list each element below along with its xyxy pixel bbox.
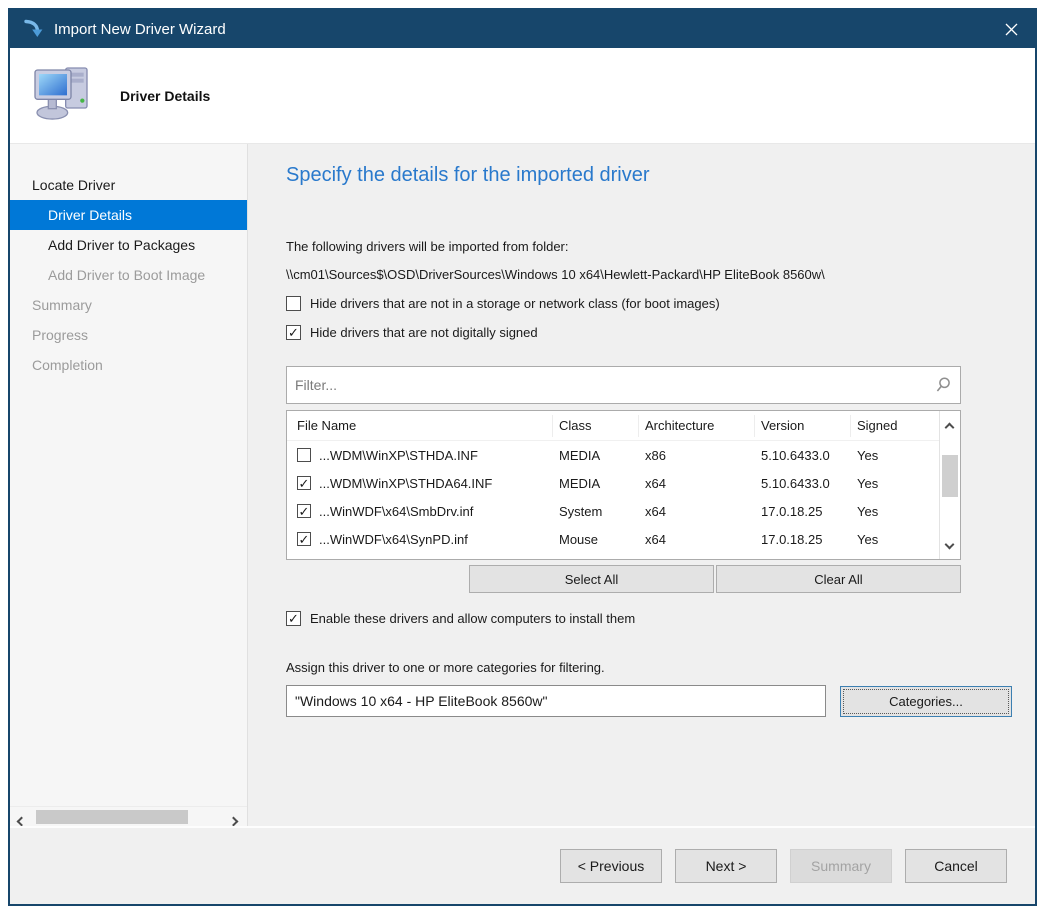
cell-signed: Yes	[851, 532, 939, 547]
driver-table-list: File Name Class Architecture Version Sig…	[287, 411, 939, 559]
title-bar: Import New Driver Wizard	[10, 10, 1035, 48]
checkbox-checked-icon[interactable]	[286, 325, 301, 340]
summary-button: Summary	[790, 849, 892, 883]
computer-icon	[32, 66, 94, 125]
cell-class: MEDIA	[553, 448, 639, 463]
content-heading: Specify the details for the imported dri…	[286, 164, 1035, 187]
enable-drivers-checkbox[interactable]: Enable these drivers and allow computers…	[286, 611, 1035, 626]
column-header-file-name[interactable]: File Name	[287, 415, 553, 437]
filter-field	[286, 366, 961, 404]
cell-file-name: ...WDM\WinXP\STHDA.INF	[319, 448, 553, 463]
row-checkbox-unchecked-icon[interactable]	[297, 448, 311, 462]
category-row: Categories...	[286, 685, 1035, 717]
driver-source-path: \\cm01\Sources$\OSD\DriverSources\Window…	[286, 267, 1035, 282]
row-checkbox-checked-icon[interactable]	[297, 476, 311, 490]
cell-class: Mouse	[553, 532, 639, 547]
sidebar-item-locate-driver[interactable]: Locate Driver	[10, 170, 247, 200]
cell-version: 17.0.18.25	[755, 532, 851, 547]
table-row[interactable]: ...WinWDF\x64\SmbDrv.inf System x64 17.0…	[287, 497, 939, 525]
intro-text: The following drivers will be imported f…	[286, 239, 1035, 254]
close-icon	[1005, 23, 1018, 36]
sidebar-scrollbar-thumb[interactable]	[36, 810, 188, 824]
hide-storage-network-label: Hide drivers that are not in a storage o…	[310, 296, 720, 311]
cell-class: MEDIA	[553, 476, 639, 491]
scroll-right-icon[interactable]	[230, 813, 237, 826]
cell-class: System	[553, 504, 639, 519]
categories-button[interactable]: Categories...	[840, 686, 1012, 717]
checkbox-checked-icon[interactable]	[286, 611, 301, 626]
wizard-body: Locate Driver Driver Details Add Driver …	[10, 144, 1035, 826]
scroll-up-icon[interactable]	[946, 419, 953, 434]
hide-storage-network-checkbox[interactable]: Hide drivers that are not in a storage o…	[286, 296, 1035, 311]
filter-input[interactable]	[287, 367, 934, 403]
close-button[interactable]	[987, 10, 1035, 48]
table-row[interactable]: ...WDM\WinXP\STHDA64.INF MEDIA x64 5.10.…	[287, 469, 939, 497]
cell-signed: Yes	[851, 476, 939, 491]
column-header-signed[interactable]: Signed	[851, 415, 939, 437]
clear-all-button[interactable]: Clear All	[716, 565, 961, 593]
cell-architecture: x64	[639, 476, 755, 491]
import-arrow-icon	[22, 18, 44, 40]
search-icon[interactable]	[934, 376, 952, 394]
select-all-button[interactable]: Select All	[469, 565, 714, 593]
column-header-class[interactable]: Class	[553, 415, 639, 437]
next-button[interactable]: Next >	[675, 849, 777, 883]
window-title: Import New Driver Wizard	[54, 21, 226, 38]
cell-file-name: ...WinWDF\x64\SmbDrv.inf	[319, 504, 553, 519]
wizard-header: Driver Details	[10, 48, 1035, 144]
cell-file-name: ...WDM\WinXP\STHDA64.INF	[319, 476, 553, 491]
category-input[interactable]	[286, 685, 826, 717]
scroll-down-icon[interactable]	[946, 536, 953, 551]
sidebar-item-add-driver-to-packages[interactable]: Add Driver to Packages	[10, 230, 247, 260]
hide-unsigned-label: Hide drivers that are not digitally sign…	[310, 325, 538, 340]
cell-signed: Yes	[851, 448, 939, 463]
main-content: Specify the details for the imported dri…	[248, 144, 1035, 826]
sidebar-item-completion[interactable]: Completion	[10, 350, 247, 380]
previous-button[interactable]: < Previous	[560, 849, 662, 883]
scroll-left-icon[interactable]	[18, 813, 25, 826]
hide-unsigned-checkbox[interactable]: Hide drivers that are not digitally sign…	[286, 325, 1035, 340]
driver-table: File Name Class Architecture Version Sig…	[286, 410, 961, 560]
checkbox-unchecked-icon[interactable]	[286, 296, 301, 311]
selection-buttons-row: Select All Clear All	[286, 565, 961, 593]
cell-architecture: x64	[639, 532, 755, 547]
sidebar-item-add-driver-to-boot-image[interactable]: Add Driver to Boot Image	[10, 260, 247, 290]
cell-signed: Yes	[851, 504, 939, 519]
sidebar-item-summary[interactable]: Summary	[10, 290, 247, 320]
column-header-architecture[interactable]: Architecture	[639, 415, 755, 437]
page-background: Import New Driver Wizard	[0, 0, 1045, 916]
page-title: Driver Details	[120, 88, 210, 104]
cell-architecture: x64	[639, 504, 755, 519]
column-header-version[interactable]: Version	[755, 415, 851, 437]
table-scrollbar-thumb[interactable]	[942, 455, 958, 497]
cell-architecture: x86	[639, 448, 755, 463]
cell-version: 17.0.18.25	[755, 504, 851, 519]
enable-drivers-label: Enable these drivers and allow computers…	[310, 611, 635, 626]
wizard-window: Import New Driver Wizard	[8, 8, 1037, 906]
table-vertical-scrollbar[interactable]	[939, 411, 960, 559]
sidebar-horizontal-scrollbar[interactable]	[10, 806, 247, 826]
cell-version: 5.10.6433.0	[755, 476, 851, 491]
cell-version: 5.10.6433.0	[755, 448, 851, 463]
table-row[interactable]: ...WinWDF\x64\SynPD.inf Mouse x64 17.0.1…	[287, 525, 939, 553]
cell-file-name: ...WinWDF\x64\SynPD.inf	[319, 532, 553, 547]
wizard-sidebar: Locate Driver Driver Details Add Driver …	[10, 144, 248, 826]
sidebar-item-driver-details[interactable]: Driver Details	[10, 200, 247, 230]
wizard-footer: < Previous Next > Summary Cancel	[10, 826, 1035, 904]
row-checkbox-checked-icon[interactable]	[297, 504, 311, 518]
sidebar-item-progress[interactable]: Progress	[10, 320, 247, 350]
table-header: File Name Class Architecture Version Sig…	[287, 411, 939, 441]
row-checkbox-checked-icon[interactable]	[297, 532, 311, 546]
table-row[interactable]: ...WDM\WinXP\STHDA.INF MEDIA x86 5.10.64…	[287, 441, 939, 469]
assign-category-label: Assign this driver to one or more catego…	[286, 660, 1035, 675]
cancel-button[interactable]: Cancel	[905, 849, 1007, 883]
